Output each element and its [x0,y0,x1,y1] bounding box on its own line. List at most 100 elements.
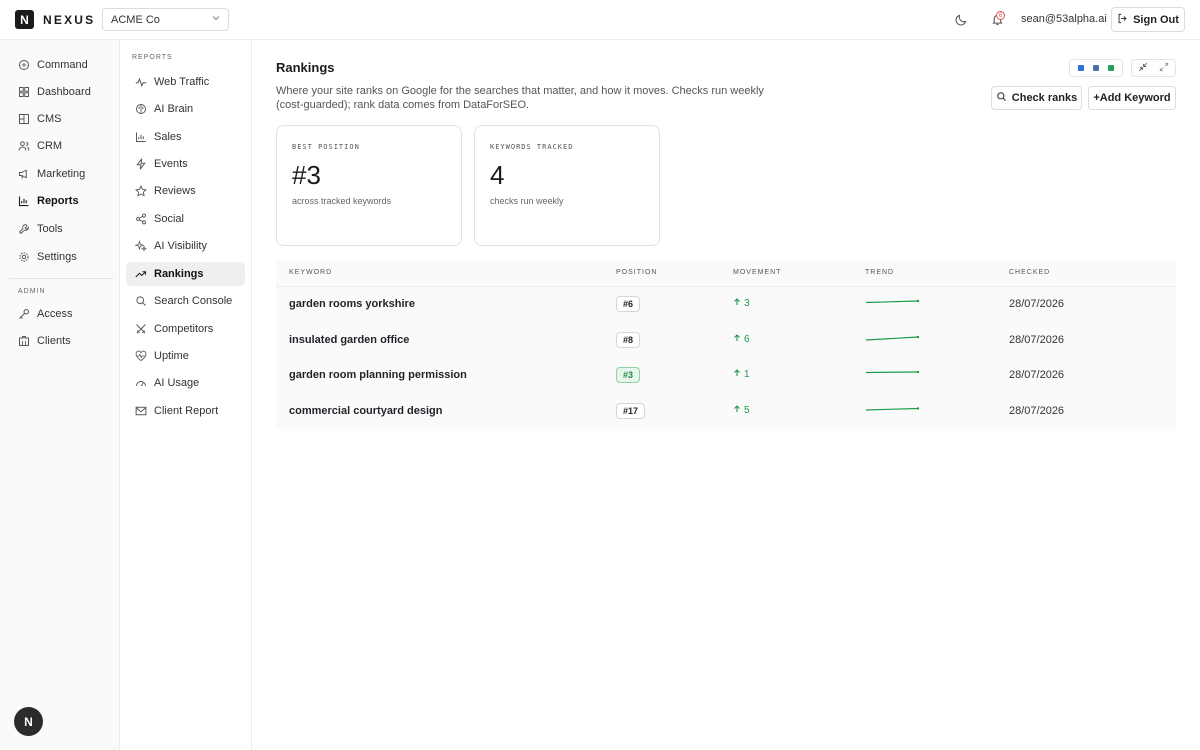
subnav-item-rankings[interactable]: Rankings [126,262,245,286]
key-icon [19,309,29,319]
subnav-item-label: Reviews [154,185,196,197]
checked-date: 28/07/2026 [1009,333,1065,346]
mail-icon [135,406,147,416]
keyword-cell: garden rooms yorkshire [289,298,415,310]
subnav-item-label: Uptime [154,350,189,362]
subnav-item-web-traffic[interactable]: Web Traffic [126,70,245,94]
subnav-item-label: Rankings [154,268,204,280]
brain-icon [136,104,146,114]
swatch-green[interactable] [1107,65,1114,71]
checked-date: 28/07/2026 [1009,298,1065,310]
stat-value: 4 [490,160,505,190]
movement-value: 6 [744,333,750,345]
sidebar-item-crm[interactable]: CRM [9,134,113,158]
heart-pulse-icon [135,350,147,361]
sidebar-item-tools[interactable]: Tools [9,217,113,241]
position-badge: #6 [616,296,641,312]
stat-label: BEST POSITION [292,143,360,151]
subnav-item-uptime[interactable]: Uptime [126,344,245,368]
organization-select[interactable]: ACME Co [102,8,229,31]
top-bar: N NEXUS ACME Co 6 sean@53alpha.ai Sign O… [0,0,1200,40]
subnav-item-client-report[interactable]: Client Report [126,399,245,423]
column-header-checked[interactable]: CHECKED [1009,269,1050,276]
column-header-position[interactable]: POSITION [616,269,657,276]
search-icon [136,296,146,306]
sidebar-item-cms[interactable]: CMS [9,107,113,131]
subnav-item-search-console[interactable]: Search Console [126,289,245,313]
table-row[interactable]: garden rooms yorkshire #6 3 28/07/2026 [276,287,1176,323]
rankings-table: KEYWORD POSITION MOVEMENT TREND CHECKED … [276,260,1176,429]
check-ranks-label: Check ranks [1011,92,1078,104]
swatch-slate[interactable] [1092,65,1099,71]
subnav-item-sales[interactable]: Sales [126,125,245,149]
keyword-cell: insulated garden office [289,333,410,346]
users-icon [18,141,30,151]
logo-mark[interactable]: N [15,10,34,29]
main-content: Rankings Where your site ranks on Google… [252,40,1200,750]
swatch-blue[interactable] [1078,65,1085,71]
subnav-item-events[interactable]: Events [126,152,245,176]
share-icon [136,213,146,225]
stat-value: #3 [292,160,321,190]
color-swatch-group[interactable] [1069,59,1123,77]
notification-badge: 6 [996,11,1005,20]
sidebar-item-label: CMS [37,113,62,125]
wrench-icon [18,224,30,235]
movement-cell: 1 [733,369,750,380]
stat-subtext: checks run weekly [490,196,564,206]
table-row[interactable]: garden room planning permission #3 1 28/… [276,358,1176,394]
organization-select-value: ACME Co [111,13,160,26]
sign-out-button[interactable]: Sign Out [1111,7,1185,32]
keyword-cell: garden room planning permission [289,369,467,381]
table-row[interactable]: insulated garden office #8 6 28/07/2026 [276,322,1176,358]
movement-cell: 5 [733,405,750,416]
checked-date: 28/07/2026 [1009,369,1065,381]
sidebar-item-command[interactable]: Command [9,53,113,77]
arrow-up-icon [733,404,741,416]
sidebar-item-reports[interactable]: Reports [9,189,113,213]
sidebar-item-label: Command [37,59,88,71]
subnav-item-label: Competitors [154,323,214,335]
sidebar-item-label: Tools [37,223,63,235]
column-header-movement[interactable]: MOVEMENT [733,269,781,276]
subnav-item-label: AI Usage [154,377,200,389]
moon-icon[interactable] [953,11,970,28]
sidebar-item-access[interactable]: Access [9,302,113,326]
sidebar-item-label: CRM [37,140,63,152]
subnav-item-label: AI Visibility [154,240,207,252]
avatar[interactable]: N [14,707,43,736]
chevron-down-icon [212,14,220,25]
user-email[interactable]: sean@53alpha.ai [1021,13,1107,25]
subnav-item-ai-visibility[interactable]: AI Visibility [126,234,245,258]
check-ranks-button[interactable]: Check ranks [991,86,1082,110]
subnav-item-ai-brain[interactable]: AI Brain [126,97,245,121]
subnav-item-label: Search Console [154,295,233,307]
subnav-item-social[interactable]: Social [126,207,245,231]
stat-subtext: across tracked keywords [292,196,392,206]
add-keyword-button[interactable]: +Add Keyword [1088,86,1176,110]
sidebar-item-settings[interactable]: Settings [9,245,113,269]
arrow-up-icon [733,333,741,345]
subnav-item-competitors[interactable]: Competitors [126,317,245,341]
collapse-icon[interactable] [1138,61,1148,75]
trend-sparkline [865,406,920,411]
trending-up-icon [135,271,147,278]
subnav-item-label: Sales [154,131,182,143]
subnav-item-reviews[interactable]: Reviews [126,179,245,203]
table-row[interactable]: commercial courtyard design #17 5 28/07/… [276,393,1176,429]
position-badge: #8 [616,331,641,348]
column-header-keyword[interactable]: KEYWORD [289,269,332,276]
sidebar-item-label: Dashboard [37,86,91,98]
sidebar-item-marketing[interactable]: Marketing [9,162,113,186]
sidebar-item-clients[interactable]: Clients [9,329,113,353]
sidebar-item-dashboard[interactable]: Dashboard [9,80,113,104]
expand-icon[interactable] [1159,61,1169,75]
subnav-item-ai-usage[interactable]: AI Usage [126,371,245,395]
command-icon [19,60,29,70]
sidebar-item-label: Clients [37,335,71,347]
add-keyword-label: +Add Keyword [1093,92,1171,104]
cms-icon [19,114,29,124]
movement-cell: 6 [733,334,750,345]
movement-value: 5 [744,404,750,416]
keyword-cell: commercial courtyard design [289,404,443,417]
